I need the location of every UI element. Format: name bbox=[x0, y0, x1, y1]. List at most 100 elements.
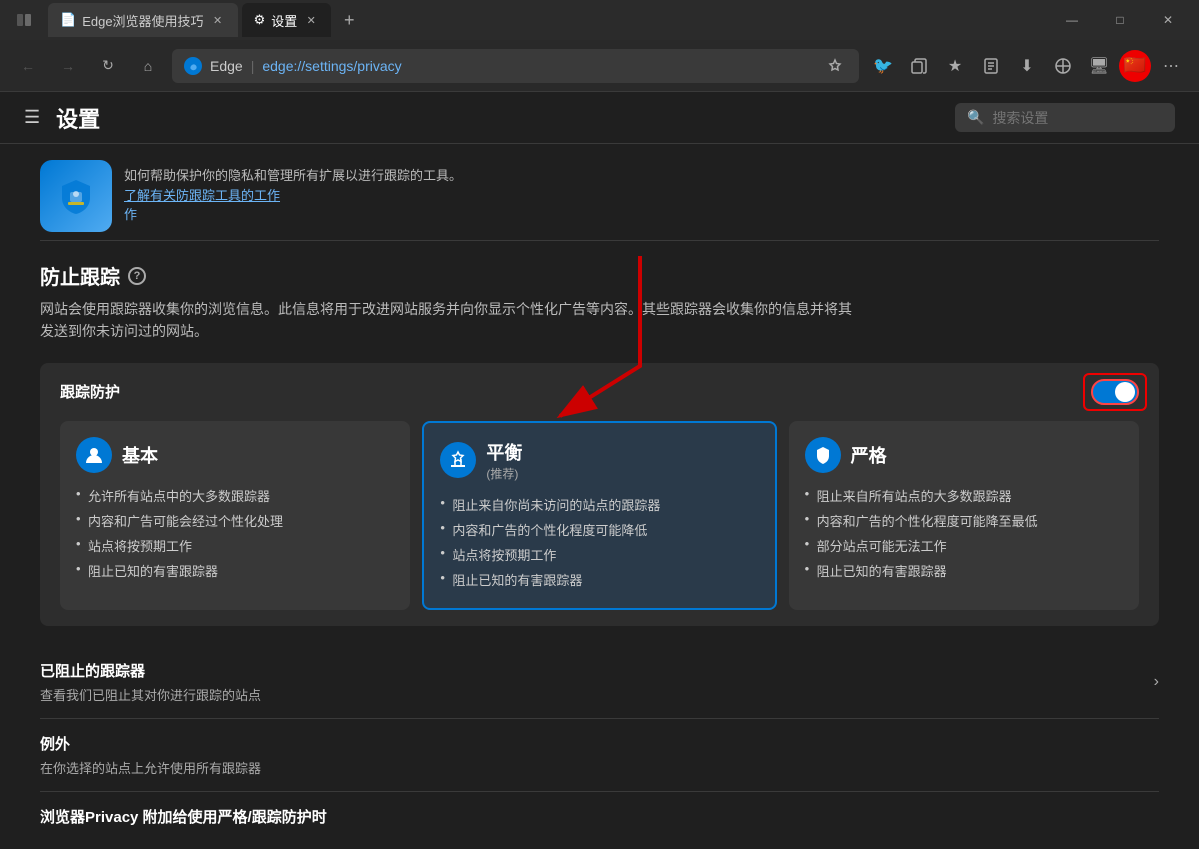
tab2-label: 设置 bbox=[271, 11, 297, 30]
list-item: 阻止已知的有害跟踪器 bbox=[76, 558, 394, 583]
title-bar: 📄 Edge浏览器使用技巧 ✕ ⚙ 设置 ✕ + — □ ✕ bbox=[0, 0, 1199, 40]
protection-label: 跟踪防护 bbox=[60, 381, 120, 402]
more-tools-icon[interactable]: ⋯ bbox=[1155, 50, 1187, 82]
card-balanced-header: 平衡 (推荐) bbox=[440, 439, 758, 482]
minimize-button[interactable]: — bbox=[1049, 3, 1095, 37]
tab1-label: Edge浏览器使用技巧 bbox=[82, 11, 203, 30]
card-basic-list: 允许所有站点中的大多数跟踪器 内容和广告可能会经过个性化处理 站点将按预期工作 … bbox=[76, 483, 394, 583]
protection-header: 跟踪防护 bbox=[60, 379, 1139, 405]
card-strict-list: 阻止来自所有站点的大多数跟踪器 内容和广告的个性化程度可能降至最低 部分站点可能… bbox=[805, 483, 1123, 583]
bottom-partial-text: 浏览器Privacy 附加给使用严格/跟踪防护时 bbox=[40, 791, 1159, 831]
tab2-close-icon[interactable]: ✕ bbox=[303, 12, 319, 28]
address-url: edge://settings/privacy bbox=[262, 58, 401, 74]
protection-box: 跟踪防护 bbox=[40, 363, 1159, 626]
list-item: 站点将按预期工作 bbox=[76, 533, 394, 558]
banner-link2[interactable]: 作 bbox=[124, 207, 137, 222]
list-item: 站点将按预期工作 bbox=[440, 542, 758, 567]
banner-area: 如何帮助保护你的隐私和管理所有扩展以进行跟踪的工具。 了解有关防跟踪工具的工作 … bbox=[40, 144, 1159, 241]
banner-text: 如何帮助保护你的隐私和管理所有扩展以进行跟踪的工具。 了解有关防跟踪工具的工作 … bbox=[124, 160, 462, 225]
settings-page: ☰ 设置 🔍 bbox=[0, 92, 1199, 849]
address-bar: ← → ↻ ⌂ Edge | edge://settings/privacy 🐦… bbox=[0, 40, 1199, 92]
hamburger-icon[interactable]: ☰ bbox=[24, 107, 40, 128]
blocked-trackers-desc: 查看我们已阻止其对你进行跟踪的站点 bbox=[40, 685, 261, 704]
exceptions-desc: 在你选择的站点上允许使用所有跟踪器 bbox=[40, 758, 261, 777]
exceptions-text: 例外 在你选择的站点上允许使用所有跟踪器 bbox=[40, 733, 261, 777]
card-strict-icon bbox=[805, 437, 841, 473]
card-basic-title: 基本 bbox=[122, 442, 158, 468]
list-item: 部分站点可能无法工作 bbox=[805, 533, 1123, 558]
list-item: 允许所有站点中的大多数跟踪器 bbox=[76, 483, 394, 508]
edge-logo-icon bbox=[184, 57, 202, 75]
card-balanced[interactable]: 平衡 (推荐) 阻止来自你尚未访问的站点的跟踪器 内容和广告的个性化程度可能降低… bbox=[422, 421, 776, 610]
screen-capture-icon[interactable]: 🖥 bbox=[1083, 50, 1115, 82]
list-item: 内容和广告的个性化程度可能降低 bbox=[440, 517, 758, 542]
tab-edge-tips[interactable]: 📄 Edge浏览器使用技巧 ✕ bbox=[48, 3, 238, 37]
address-edge-label: Edge bbox=[210, 58, 243, 74]
toggle-knob bbox=[1115, 382, 1135, 402]
list-item: 内容和广告的个性化程度可能降至最低 bbox=[805, 508, 1123, 533]
card-basic-header: 基本 bbox=[76, 437, 394, 473]
maximize-button[interactable]: □ bbox=[1097, 3, 1143, 37]
sidebar-toggle-icon[interactable] bbox=[8, 4, 40, 36]
search-icon: 🔍 bbox=[967, 109, 984, 126]
profile-icon[interactable]: 🇨🇳 bbox=[1119, 50, 1151, 82]
blocked-trackers-row[interactable]: 已阻止的跟踪器 查看我们已阻止其对你进行跟踪的站点 › bbox=[40, 646, 1159, 719]
reading-list-icon[interactable] bbox=[975, 50, 1007, 82]
address-input[interactable]: Edge | edge://settings/privacy bbox=[172, 49, 859, 83]
card-balanced-title-group: 平衡 (推荐) bbox=[486, 439, 522, 482]
home-button[interactable]: ⌂ bbox=[132, 50, 164, 82]
browser-essentials-icon[interactable] bbox=[1047, 50, 1079, 82]
content-area: 如何帮助保护你的隐私和管理所有扩展以进行跟踪的工具。 了解有关防跟踪工具的工作 … bbox=[0, 144, 1199, 849]
card-strict-title: 严格 bbox=[851, 442, 887, 468]
exceptions-title: 例外 bbox=[40, 733, 261, 754]
window-controls: — □ ✕ bbox=[1049, 3, 1191, 37]
list-item: 阻止来自你尚未访问的站点的跟踪器 bbox=[440, 492, 758, 517]
copilot-icon[interactable]: 🐦 bbox=[867, 50, 899, 82]
new-tab-button[interactable]: + bbox=[335, 6, 363, 34]
tab1-close-icon[interactable]: ✕ bbox=[210, 12, 226, 28]
list-item: 内容和广告可能会经过个性化处理 bbox=[76, 508, 394, 533]
card-balanced-subtitle: (推荐) bbox=[486, 465, 522, 482]
search-settings-bar[interactable]: 🔍 bbox=[955, 103, 1175, 132]
refresh-button[interactable]: ↻ bbox=[92, 50, 124, 82]
list-item: 阻止来自所有站点的大多数跟踪器 bbox=[805, 483, 1123, 508]
card-strict[interactable]: 严格 阻止来自所有站点的大多数跟踪器 内容和广告的个性化程度可能降至最低 部分站… bbox=[789, 421, 1139, 610]
blocked-trackers-title: 已阻止的跟踪器 bbox=[40, 660, 261, 681]
card-strict-header: 严格 bbox=[805, 437, 1123, 473]
card-balanced-title: 平衡 bbox=[486, 439, 522, 465]
cards-row: 基本 允许所有站点中的大多数跟踪器 内容和广告可能会经过个性化处理 站点将按预期… bbox=[60, 421, 1139, 610]
tracking-section: 防止跟踪 ? 网站会使用跟踪器收集你的浏览信息。此信息将用于改进网站服务并向你显… bbox=[40, 261, 1159, 831]
section-title: 防止跟踪 ? bbox=[40, 261, 1159, 290]
tab2-favicon: ⚙ bbox=[254, 12, 266, 28]
card-basic-icon bbox=[76, 437, 112, 473]
close-button[interactable]: ✕ bbox=[1145, 3, 1191, 37]
forward-button[interactable]: → bbox=[52, 50, 84, 82]
card-balanced-icon bbox=[440, 442, 476, 478]
list-item: 阻止已知的有害跟踪器 bbox=[805, 558, 1123, 583]
back-button[interactable]: ← bbox=[12, 50, 44, 82]
blocked-trackers-text: 已阻止的跟踪器 查看我们已阻止其对你进行跟踪的站点 bbox=[40, 660, 261, 704]
banner-shield-icon bbox=[40, 160, 112, 232]
help-icon[interactable]: ? bbox=[128, 267, 146, 285]
toolbar-icons: 🐦 ★ ⬇ 🖥 🇨🇳 ⋯ bbox=[867, 50, 1187, 82]
tab-group: 📄 Edge浏览器使用技巧 ✕ ⚙ 设置 ✕ + bbox=[8, 3, 1049, 37]
tab1-favicon: 📄 bbox=[60, 12, 76, 28]
settings-header: ☰ 设置 🔍 bbox=[0, 92, 1199, 144]
search-settings-input[interactable] bbox=[992, 110, 1163, 126]
toggle-container bbox=[1091, 379, 1139, 405]
tab-settings[interactable]: ⚙ 设置 ✕ bbox=[242, 3, 332, 37]
chevron-right-icon: › bbox=[1154, 673, 1159, 691]
banner-link[interactable]: 了解有关防跟踪工具的工作 bbox=[124, 188, 280, 203]
downloads-icon[interactable]: ⬇ bbox=[1011, 50, 1043, 82]
address-separator: | bbox=[251, 58, 255, 74]
main-content: ☰ 设置 🔍 bbox=[0, 92, 1199, 849]
card-balanced-list: 阻止来自你尚未访问的站点的跟踪器 内容和广告的个性化程度可能降低 站点将按预期工… bbox=[440, 492, 758, 592]
exceptions-row[interactable]: 例外 在你选择的站点上允许使用所有跟踪器 bbox=[40, 719, 1159, 791]
card-basic[interactable]: 基本 允许所有站点中的大多数跟踪器 内容和广告可能会经过个性化处理 站点将按预期… bbox=[60, 421, 410, 610]
below-section: 已阻止的跟踪器 查看我们已阻止其对你进行跟踪的站点 › 例外 在你选择的站点上允… bbox=[40, 646, 1159, 791]
section-description: 网站会使用跟踪器收集你的浏览信息。此信息将用于改进网站服务并向你显示个性化广告等… bbox=[40, 298, 1159, 343]
favorites-bar-icon[interactable]: ★ bbox=[939, 50, 971, 82]
favorites-icon[interactable] bbox=[823, 54, 847, 78]
collections-icon[interactable] bbox=[903, 50, 935, 82]
tracking-toggle[interactable] bbox=[1091, 379, 1139, 405]
